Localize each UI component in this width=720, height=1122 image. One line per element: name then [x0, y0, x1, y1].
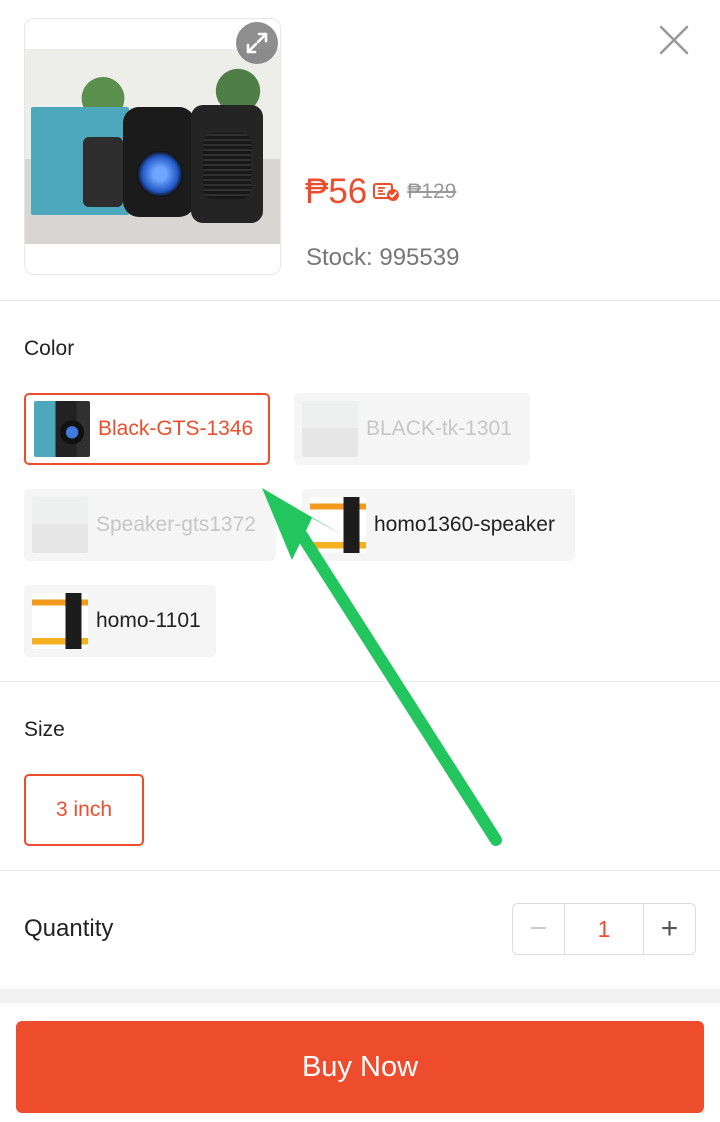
color-option-speaker-gts1372[interactable]: Speaker-gts1372	[24, 489, 276, 561]
color-thumb-speaker-gts	[32, 497, 88, 553]
quantity-label: Quantity	[24, 915, 114, 942]
color-option-black-gts-1346[interactable]: Black-GTS-1346	[24, 393, 270, 465]
quantity-value[interactable]: 1	[564, 904, 644, 954]
color-thumb-flyer	[310, 497, 366, 553]
bottom-divider-band	[0, 989, 720, 1003]
color-option-black-tk-1301[interactable]: BLACK-tk-1301	[294, 393, 530, 465]
decrease-quantity-button[interactable]: −	[513, 904, 564, 954]
buy-now-button[interactable]: Buy Now	[16, 1021, 704, 1113]
color-option-label: BLACK-tk-1301	[366, 417, 512, 440]
size-label: Size	[24, 718, 65, 741]
divider	[0, 300, 720, 301]
close-icon[interactable]	[652, 18, 696, 62]
product-photo	[25, 49, 280, 244]
color-thumb-flyer	[32, 593, 88, 649]
color-thumb-black	[302, 401, 358, 457]
expand-icon[interactable]	[236, 22, 278, 64]
stock-text: Stock: 995539	[306, 244, 460, 271]
price-row: ₱56 ₱129	[305, 174, 456, 209]
color-option-label: homo-1101	[96, 609, 201, 632]
divider	[0, 870, 720, 871]
increase-quantity-button[interactable]: +	[644, 904, 695, 954]
color-option-homo1360-speaker[interactable]: homo1360-speaker	[302, 489, 575, 561]
color-option-label: Black-GTS-1346	[98, 417, 254, 440]
color-option-label: Speaker-gts1372	[96, 513, 256, 536]
divider	[0, 681, 720, 682]
color-thumb-speaker	[34, 401, 90, 457]
original-price: ₱129	[407, 180, 457, 203]
color-option-homo-1101[interactable]: homo-1101	[24, 585, 216, 657]
voucher-icon	[373, 182, 401, 202]
current-price: ₱56	[305, 172, 368, 211]
color-option-label: homo1360-speaker	[374, 513, 555, 536]
color-label: Color	[24, 337, 75, 360]
size-option-3-inch[interactable]: 3 inch	[24, 774, 144, 846]
quantity-stepper[interactable]: − 1 +	[512, 903, 696, 955]
